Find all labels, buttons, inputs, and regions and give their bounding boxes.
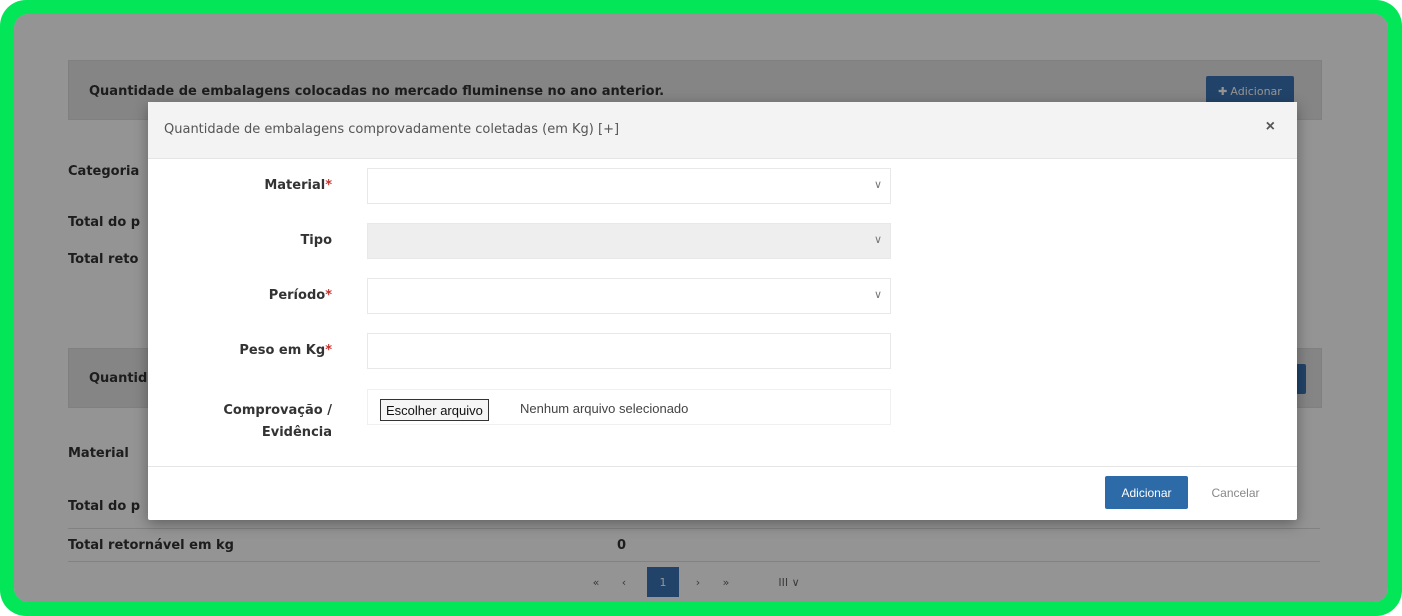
- tipo-select[interactable]: ∨: [367, 223, 891, 259]
- modal-footer-divider: [148, 466, 1297, 467]
- tipo-label: Tipo: [300, 233, 332, 248]
- material-label-text: Material: [264, 178, 326, 193]
- choose-file-button[interactable]: Escolher arquivo: [380, 399, 489, 421]
- comprovacao-label-line1: Comprovação /: [223, 403, 332, 418]
- cancel-button[interactable]: Cancelar: [1199, 476, 1272, 509]
- highlight-frame: Quantidade de embalagens colocadas no me…: [0, 0, 1402, 616]
- chevron-down-icon: ∨: [873, 289, 882, 301]
- comprovacao-label-line2: Evidência: [261, 425, 332, 440]
- required-mark: *: [325, 288, 332, 303]
- page-viewport: Quantidade de embalagens colocadas no me…: [14, 14, 1388, 602]
- required-mark: *: [325, 178, 332, 193]
- chevron-down-icon: ∨: [873, 234, 882, 246]
- close-icon[interactable]: ×: [1266, 118, 1275, 136]
- required-mark: *: [325, 343, 332, 358]
- periodo-select[interactable]: ∨: [367, 278, 891, 314]
- peso-label-text: Peso em Kg: [239, 343, 326, 358]
- comprovacao-label: Comprovação / Evidência: [223, 400, 332, 444]
- modal-header: Quantidade de embalagens comprovadamente…: [148, 102, 1297, 159]
- periodo-label: Período*: [269, 288, 332, 303]
- periodo-label-text: Período: [268, 288, 326, 303]
- add-collected-packaging-modal: Quantidade de embalagens comprovadamente…: [148, 102, 1297, 520]
- peso-input[interactable]: [367, 333, 891, 369]
- add-button[interactable]: Adicionar: [1105, 476, 1188, 509]
- chevron-down-icon: ∨: [873, 179, 882, 191]
- evidence-file-input[interactable]: Escolher arquivo Nenhum arquivo selecion…: [367, 389, 891, 425]
- material-label: Material*: [264, 178, 332, 193]
- peso-label: Peso em Kg*: [239, 343, 332, 358]
- modal-title: Quantidade de embalagens comprovadamente…: [164, 122, 620, 137]
- file-status-text: Nenhum arquivo selecionado: [520, 401, 689, 416]
- material-select[interactable]: ∨: [367, 168, 891, 204]
